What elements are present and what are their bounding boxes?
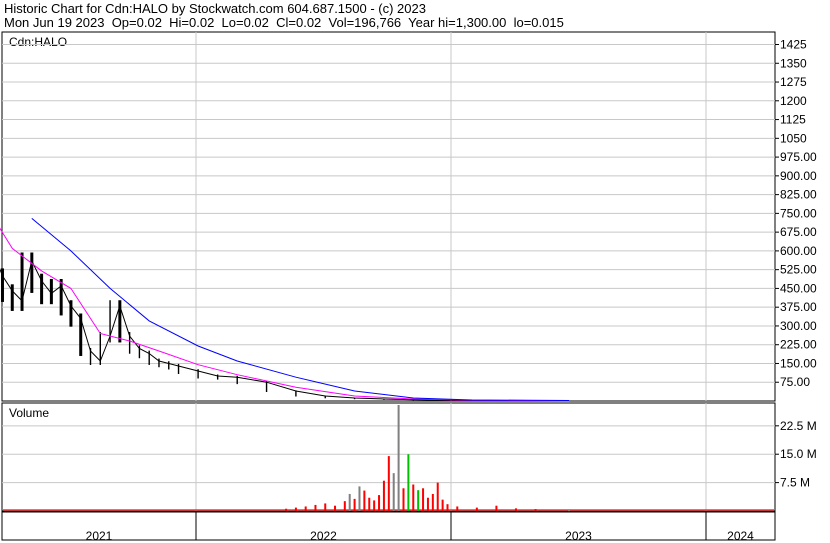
volume-bar: [285, 508, 288, 511]
volume-bar: [373, 500, 376, 511]
stock-chart: Cdn:HALO 1425 1350 1275 1200 1125 1050 975.00 9…: [0, 31, 817, 543]
price-tick-label: 1275: [780, 75, 807, 89]
volume-bar: [534, 509, 537, 511]
volume-bar: [363, 490, 366, 511]
volume-bar: [426, 497, 429, 511]
price-tick-label: 525.00: [780, 263, 817, 277]
price-tick-label: 975.00: [780, 150, 817, 164]
volume-bar: [431, 493, 434, 511]
price-panel-frame: [1, 31, 776, 402]
volume-tick-label: 15.0 M: [780, 447, 817, 461]
volume-bar: [402, 488, 405, 511]
volume-bar: [446, 504, 449, 511]
volume-bar: [412, 484, 415, 511]
volume-bar: [475, 507, 478, 511]
volume-bar: [294, 507, 297, 511]
volume-bar: [495, 505, 498, 511]
price-tick-label: 75.00: [780, 375, 810, 389]
volume-bar: [387, 456, 390, 511]
volume-bar: [407, 454, 410, 511]
volume-bar: [358, 486, 361, 511]
volume-bar: [314, 504, 317, 511]
price-tick-label: 1425: [780, 38, 807, 52]
volume-bar: [514, 508, 517, 511]
x-tick-label: 2023: [565, 529, 592, 543]
price-tick-label: 150.00: [780, 356, 817, 370]
price-tick-label: 1350: [780, 56, 807, 70]
volume-bar: [348, 493, 351, 511]
price-tick-label: 675.00: [780, 225, 817, 239]
x-tick-label: 2024: [727, 529, 754, 543]
volume-tick-label: 22.5 M: [780, 419, 817, 433]
volume-bar: [441, 499, 444, 511]
volume-bar: [324, 503, 327, 511]
price-tick-label: 225.00: [780, 338, 817, 352]
price-tick-label: 900.00: [780, 169, 817, 183]
price-tick-label: 1050: [780, 131, 807, 145]
volume-bar: [417, 490, 420, 511]
volume-bar: [456, 506, 459, 511]
x-axis-strip: [1, 511, 776, 541]
price-tick-label: 1125: [780, 113, 806, 127]
volume-bar: [353, 498, 356, 511]
volume-bar: [397, 405, 400, 511]
volume-bar: [368, 497, 371, 511]
volume-bar: [334, 505, 337, 511]
volume-tick-label: 7.5 M: [780, 476, 810, 490]
volume-bar: [382, 480, 385, 511]
x-tick-label: 2022: [310, 529, 337, 543]
volume-bar: [568, 510, 571, 512]
volume-bar: [378, 495, 381, 511]
series-line-ma_long: [31, 218, 570, 401]
volume-bar: [343, 501, 346, 511]
price-tick-label: 825.00: [780, 188, 817, 202]
volume-bar: [422, 488, 425, 511]
x-tick-label: 2021: [86, 529, 113, 543]
volume-bar: [436, 482, 439, 511]
volume-bar: [392, 473, 395, 511]
price-tick-label: 750.00: [780, 206, 817, 220]
price-panel-title: Cdn:HALO: [9, 35, 67, 49]
price-tick-label: 600.00: [780, 244, 817, 258]
price-tick-label: 375.00: [780, 300, 817, 314]
price-tick-label: 450.00: [780, 281, 817, 295]
volume-bar: [304, 506, 307, 511]
price-tick-label: 300.00: [780, 319, 817, 333]
price-tick-label: 1200: [780, 94, 807, 108]
volume-panel-title: Volume: [9, 406, 49, 420]
